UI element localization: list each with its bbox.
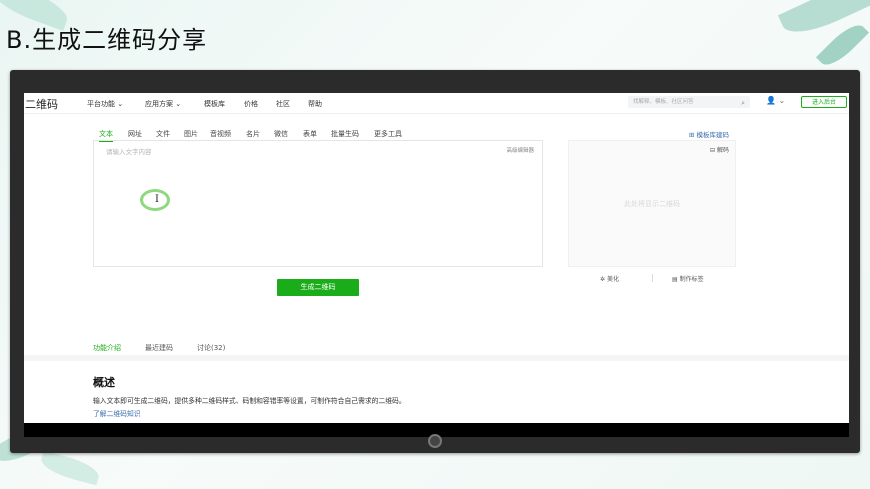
make-label-button[interactable]: ▤ 制作标签 [672, 274, 704, 283]
label-icon: ▤ [672, 276, 680, 283]
tab-card[interactable]: 名片 [246, 129, 260, 139]
beautify-icon: ✲ [600, 276, 607, 283]
cursor-highlight: I [140, 189, 170, 211]
template-link-label: 模板库建码 [696, 131, 730, 139]
template-link[interactable]: ⊞ 模板库建码 [689, 129, 729, 139]
decode-button[interactable]: ⊟ 解码 [710, 145, 729, 154]
nav-item-platform[interactable]: 平台功能 ⌄ [87, 99, 123, 109]
slide-title: B.生成二维码分享 [6, 26, 208, 54]
editor-placeholder: 请输入文字内容 [106, 148, 152, 156]
browser-screen: 二维码 平台功能 ⌄ 应用方案 ⌄ 模板库 价格 社区 帮助 找解释、模板、社区… [24, 93, 849, 423]
tab-batch[interactable]: 批量生码 [331, 129, 359, 139]
learn-more-link[interactable]: 了解二维码知识 [93, 408, 141, 418]
tab-image[interactable]: 图片 [184, 129, 198, 139]
nav-item-community[interactable]: 社区 [276, 99, 290, 109]
user-icon[interactable]: 👤 ⌄ [766, 96, 785, 105]
tab-discussion[interactable]: 讨论(32) [197, 343, 225, 353]
overview-heading: 概述 [93, 376, 115, 389]
tab-url[interactable]: 网址 [128, 129, 142, 139]
qr-preview: ⊟ 解码 此处将显示二维码 [568, 140, 736, 267]
decode-label: 解码 [716, 147, 729, 154]
beautify-label: 美化 [606, 276, 619, 283]
nav-item-solutions[interactable]: 应用方案 ⌄ [145, 99, 181, 109]
tab-recent[interactable]: 最近建码 [145, 343, 173, 353]
login-button[interactable]: 进入后台 [801, 96, 847, 108]
tab-file[interactable]: 文件 [156, 129, 170, 139]
section-separator [24, 355, 849, 361]
text-cursor-icon: I [155, 194, 159, 205]
nav-item-templates[interactable]: 模板库 [204, 99, 225, 109]
top-nav: 二维码 平台功能 ⌄ 应用方案 ⌄ 模板库 价格 社区 帮助 找解释、模板、社区… [24, 93, 849, 114]
overview-text: 输入文本即可生成二维码，提供多种二维码样式、码制和容错率等设置，可制作符合自己需… [93, 397, 406, 405]
grid-icon: ⊞ [689, 131, 697, 139]
advanced-editor-link[interactable]: 高级编辑器 [506, 146, 534, 154]
leaf-decoration [38, 450, 102, 486]
tab-more-tools[interactable]: 更多工具 [374, 129, 402, 139]
tab-wechat[interactable]: 微信 [274, 129, 288, 139]
preview-hint: 此处将显示二维码 [624, 200, 680, 208]
search-input[interactable]: 找解释、模板、社区问答 ⌕ [628, 96, 750, 108]
beautify-button[interactable]: ✲ 美化 [600, 274, 619, 283]
tab-media[interactable]: 音视频 [210, 129, 231, 139]
nav-item-help[interactable]: 帮助 [308, 99, 322, 109]
tab-form[interactable]: 表单 [303, 129, 317, 139]
scan-icon: ⊟ [710, 147, 717, 154]
text-editor[interactable]: 请输入文字内容 高级编辑器 I [93, 140, 543, 267]
site-logo[interactable]: 二维码 [25, 96, 58, 112]
nav-item-pricing[interactable]: 价格 [244, 99, 258, 109]
webcam-icon [428, 434, 442, 448]
make-label-label: 制作标签 [679, 276, 704, 283]
generate-qr-button[interactable]: 生成二维码 [277, 279, 359, 296]
leaf-decoration [815, 18, 870, 72]
divider [652, 274, 653, 282]
search-icon[interactable]: ⌕ [741, 97, 745, 109]
monitor-frame: 二维码 平台功能 ⌄ 应用方案 ⌄ 模板库 价格 社区 帮助 找解释、模板、社区… [10, 70, 860, 453]
search-placeholder: 找解释、模板、社区问答 [633, 99, 694, 105]
